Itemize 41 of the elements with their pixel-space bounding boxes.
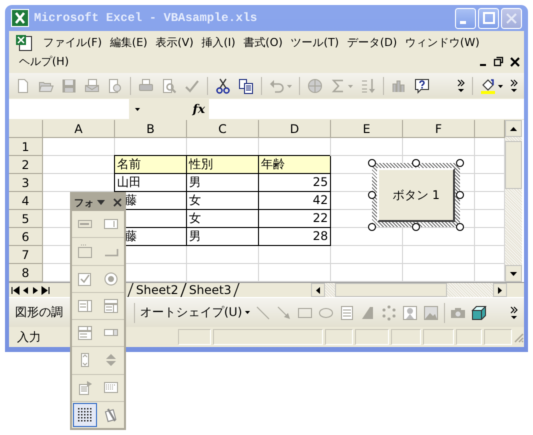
- column-header[interactable]: E: [331, 120, 403, 138]
- row-header[interactable]: 4: [9, 192, 43, 210]
- insert-function-button[interactable]: fx: [192, 102, 205, 116]
- toolbar-title: フォ: [74, 196, 94, 210]
- table-cell: 名前: [115, 156, 187, 174]
- column-header[interactable]: C: [187, 120, 259, 138]
- menu-item[interactable]: 挿入(I): [198, 34, 240, 52]
- table-cell: 25: [259, 174, 331, 192]
- row-header[interactable]: 5: [9, 210, 43, 228]
- table-cell: 女: [187, 210, 259, 228]
- menu-item[interactable]: ツール(T): [286, 34, 343, 52]
- row-header[interactable]: 3: [9, 174, 43, 192]
- table-cell: 男: [187, 228, 259, 246]
- column-header[interactable]: D: [259, 120, 331, 138]
- sheet-button[interactable]: ボタン 1: [377, 168, 455, 222]
- menu-item[interactable]: ヘルプ(H): [15, 53, 73, 70]
- status-text: 入力: [17, 328, 41, 346]
- row-header[interactable]: 7: [9, 246, 43, 264]
- menu-item[interactable]: ファイル(F): [39, 34, 106, 52]
- row-header[interactable]: 6: [9, 228, 43, 246]
- row-header[interactable]: 8: [9, 264, 43, 282]
- row-header[interactable]: 2: [9, 156, 43, 174]
- table-cell: 性別: [187, 156, 259, 174]
- table-cell: 42: [259, 192, 331, 210]
- column-header[interactable]: B: [115, 120, 187, 138]
- window-title: Microsoft Excel - VBAsample.xls: [34, 11, 258, 25]
- table-cell: 22: [259, 210, 331, 228]
- column-header[interactable]: A: [43, 120, 115, 138]
- menu-item[interactable]: 表示(V): [151, 34, 198, 52]
- row-header[interactable]: 1: [9, 138, 43, 156]
- menu-item[interactable]: データ(D): [342, 34, 402, 52]
- menu-item[interactable]: ウィンドウ(W): [401, 34, 484, 52]
- column-header[interactable]: F: [403, 120, 475, 138]
- draw-menu[interactable]: 図形の調: [15, 305, 63, 319]
- table-cell: 28: [259, 228, 331, 246]
- table-cell: 女: [187, 192, 259, 210]
- menu-item[interactable]: 編集(E): [106, 34, 152, 52]
- autoshapes-menu[interactable]: オートシェイプ(U): [140, 304, 250, 321]
- table-cell: 年齢: [259, 156, 331, 174]
- table-cell: 男: [187, 174, 259, 192]
- menu-item[interactable]: 書式(O): [239, 34, 287, 52]
